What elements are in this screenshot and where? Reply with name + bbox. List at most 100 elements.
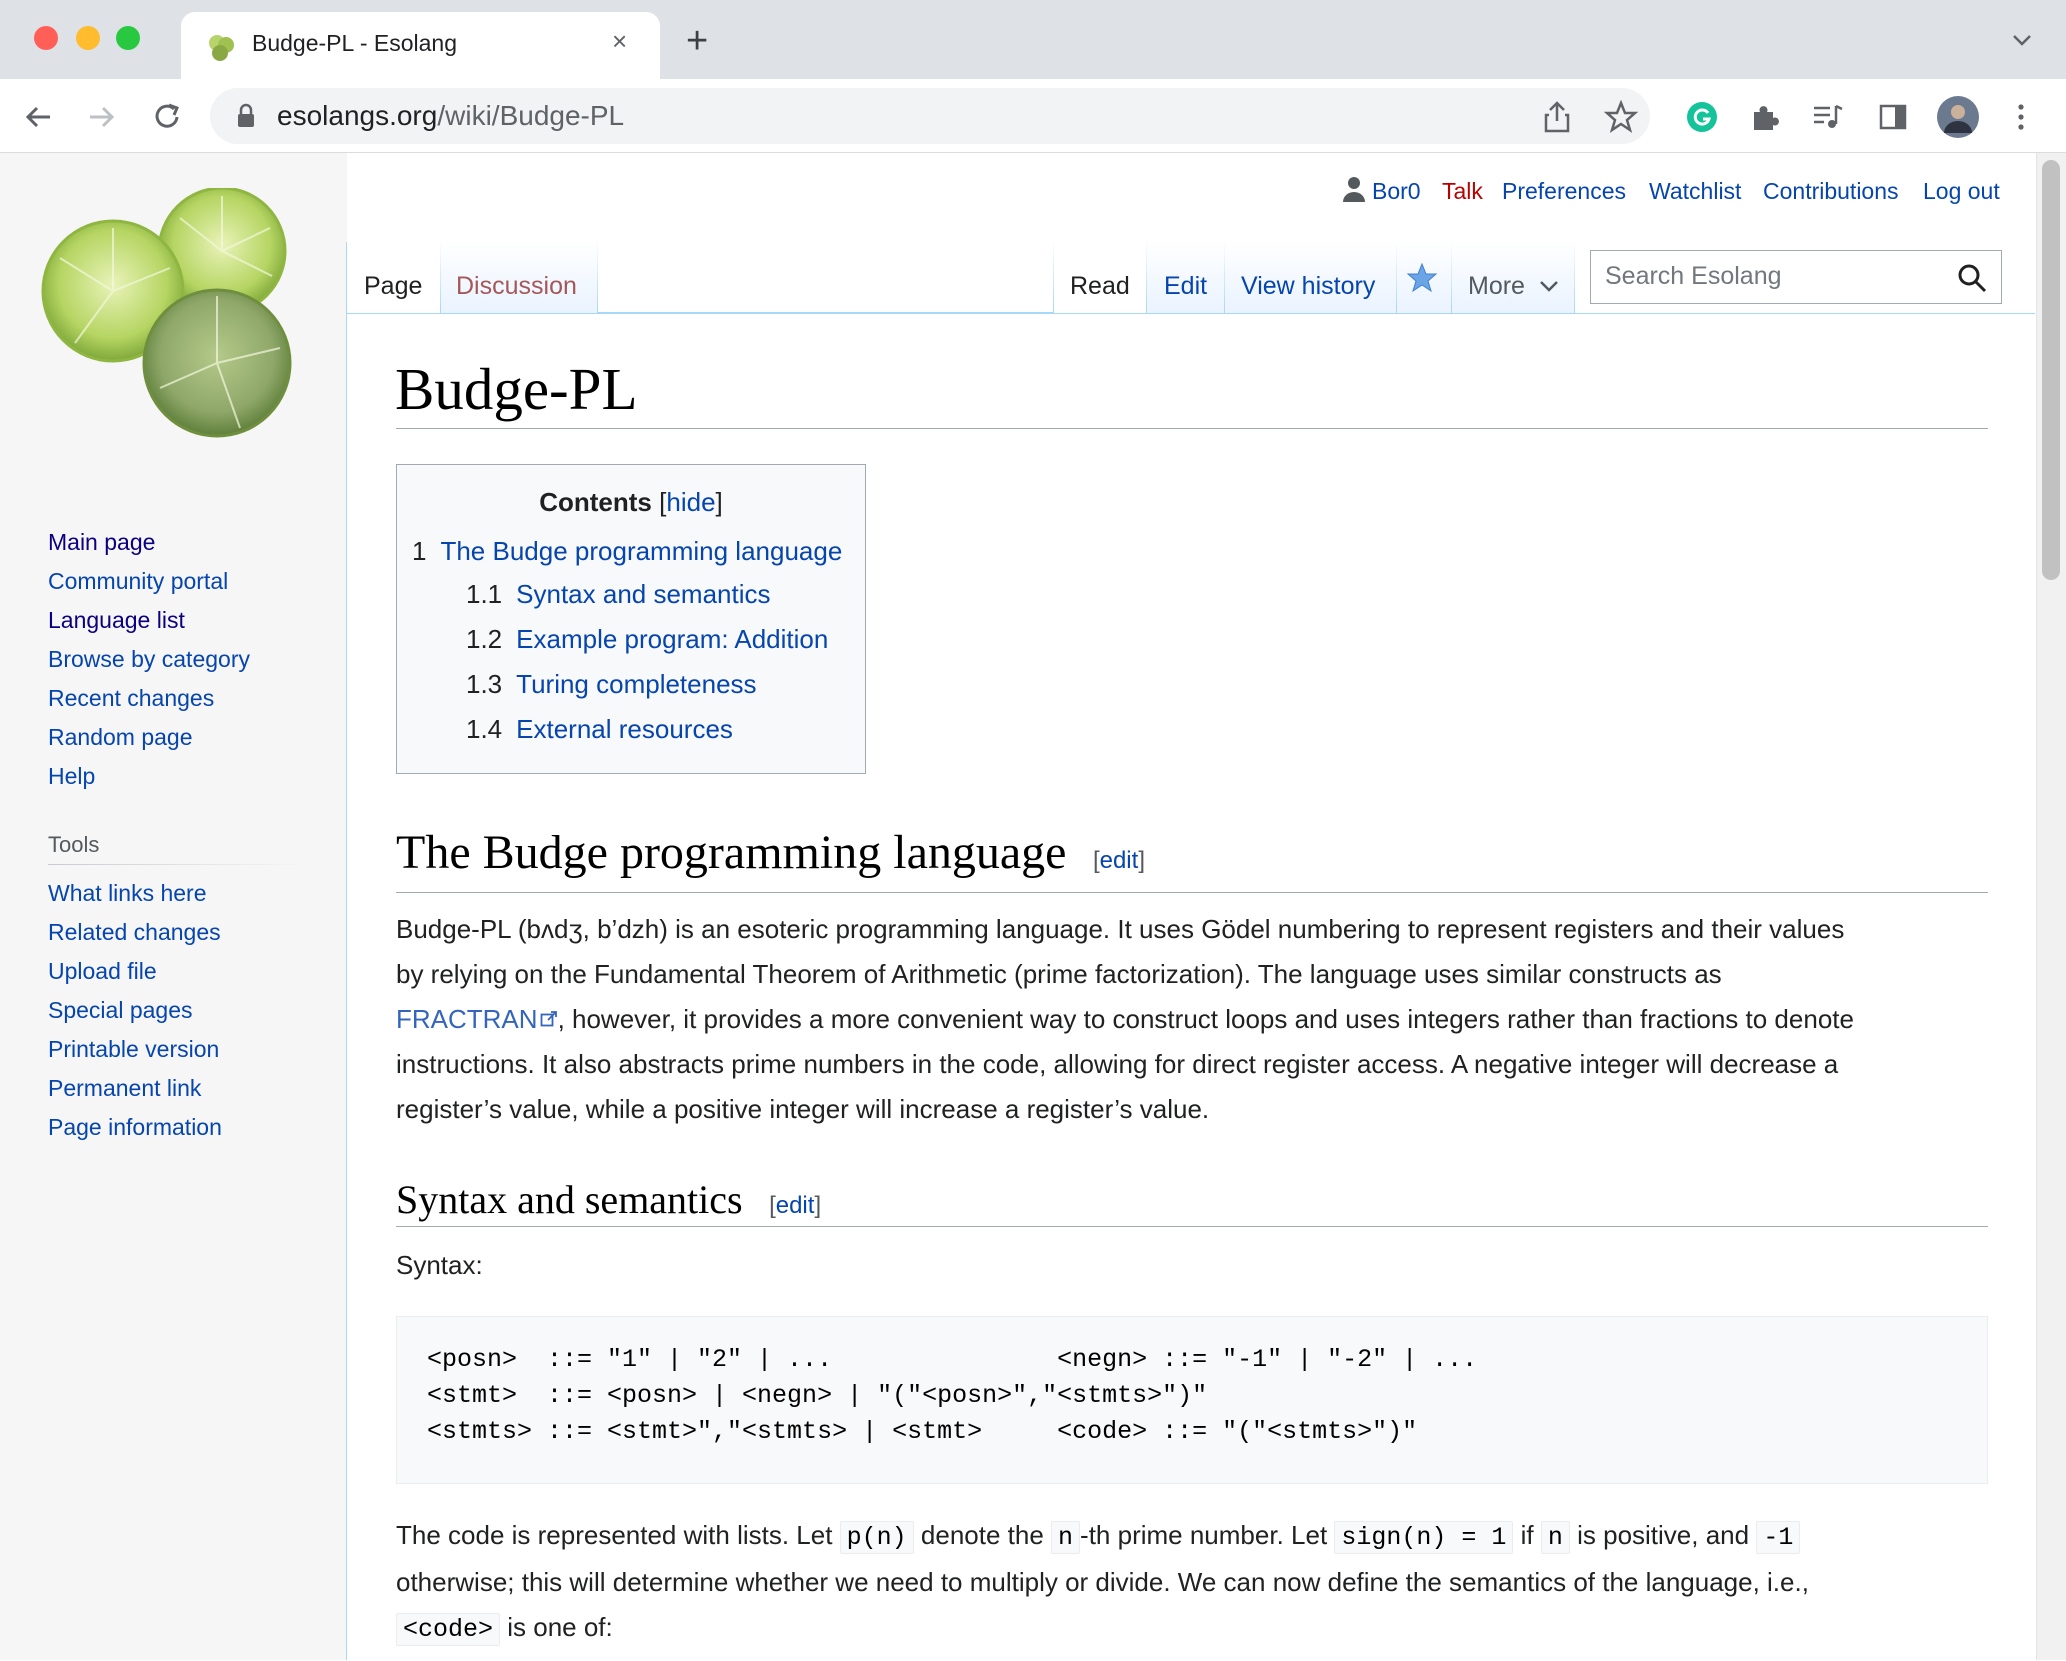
back-arrow-icon[interactable] [22,100,56,134]
watchlist-link[interactable]: Watchlist [1649,178,1741,205]
share-icon[interactable] [1541,100,1573,134]
paragraph-text: denote the [913,1520,1052,1550]
tab-separator [597,240,598,313]
section-title: Syntax and semantics [396,1177,743,1222]
toc-label: Example program: Addition [516,624,829,654]
tools-what-links-here[interactable]: What links here [48,880,207,907]
paragraph-text: if [1513,1520,1541,1550]
site-logo-limes[interactable] [40,188,300,438]
semantics-paragraph: The code is represented with lists. Let … [396,1513,1986,1652]
media-queue-icon[interactable] [1811,102,1845,132]
page-title: Budge-PL [395,356,638,422]
more-menu[interactable]: More [1468,272,1525,301]
url-text[interactable]: esolangs.org/wiki/Budge-PL [277,100,624,132]
url-path: /wiki/Budge-PL [437,100,625,131]
close-window-button[interactable] [34,26,58,50]
tools-printable-version[interactable]: Printable version [48,1036,219,1063]
preferences-link[interactable]: Preferences [1502,178,1626,205]
tab-read[interactable]: Read [1070,272,1130,301]
reload-icon[interactable] [149,99,185,135]
toc-number: 1.1 [466,579,503,609]
section-heading-budge: The Budge programming language [edit] [396,826,1145,879]
nav-help[interactable]: Help [48,763,95,790]
toc-title: Contents [539,487,652,517]
syntax-code-block: <posn> ::= "1" | "2" | ... <negn> ::= "-… [396,1316,1988,1484]
toc-item[interactable]: 1 The Budge programming language [412,536,842,567]
nav-community-portal[interactable]: Community portal [48,568,228,595]
new-tab-button[interactable]: + [686,20,708,63]
toc-item[interactable]: 1.4 External resources [466,714,733,745]
page-scrollbar-thumb[interactable] [2042,160,2060,580]
toc-number: 1.3 [466,669,503,699]
edit-section-link[interactable]: edit [776,1192,815,1219]
paragraph-text: , however, it provides a more convenient… [557,1004,1854,1034]
tools-page-information[interactable]: Page information [48,1114,222,1141]
tab-search-chevron-icon[interactable] [2010,28,2034,52]
tools-permanent-link[interactable]: Permanent link [48,1075,201,1102]
toc-label: The Budge programming language [440,536,843,566]
lock-icon[interactable] [236,103,256,129]
inline-code: n [1051,1521,1081,1554]
toc-number: 1.4 [466,714,503,744]
close-tab-icon[interactable]: × [612,26,627,57]
grammarly-extension-icon[interactable] [1686,101,1718,133]
lime-favicon-icon [209,35,234,61]
tab-view-history[interactable]: View history [1241,272,1375,301]
search-box[interactable] [1590,250,2002,304]
inline-code: <code> [396,1613,501,1646]
paragraph-text: is positive, and [1569,1520,1757,1550]
forward-arrow-icon[interactable] [84,100,118,134]
tools-special-pages[interactable]: Special pages [48,997,193,1024]
search-input[interactable] [1603,261,1947,292]
side-panel-icon[interactable] [1878,102,1908,132]
tab-discussion[interactable]: Discussion [456,272,577,301]
tools-divider [48,864,308,865]
maximize-window-button[interactable] [116,26,140,50]
code-line: <stmt> ::= <posn> | <negn> | "("<posn>",… [427,1381,1208,1410]
content-left-border [346,242,347,1660]
watch-star-icon[interactable] [1406,262,1438,294]
contributions-link[interactable]: Contributions [1763,178,1899,205]
toc-number: 1 [412,536,427,566]
user-page-link[interactable]: Bor0 [1372,178,1421,205]
search-icon[interactable] [1957,263,1987,293]
inline-code: sign(n) = 1 [1334,1521,1514,1554]
chevron-down-icon[interactable] [1539,279,1559,293]
paragraph-line: instructions. It also abstracts prime nu… [396,1049,1839,1079]
paragraph-line: by relying on the Fundamental Theorem of… [396,959,1722,989]
nav-language-list[interactable]: Language list [48,607,185,634]
toc-label: Turing completeness [516,669,757,699]
code-line: <stmts> ::= <stmt>","<stmts> | <stmt> <c… [427,1417,1418,1446]
minimize-window-button[interactable] [76,26,100,50]
profile-avatar[interactable] [1936,95,1980,139]
toc-item[interactable]: 1.1 Syntax and semantics [466,579,771,610]
inline-code: p(n) [839,1521,914,1554]
paragraph-text: -th prime number. Let [1080,1520,1335,1550]
toc-header: Contents [hide] [539,487,723,517]
fractran-external-link[interactable]: FRACTRAN [396,1004,538,1034]
paragraph-line: <code> is one of: [396,1605,1986,1652]
tab-edit[interactable]: Edit [1164,272,1207,301]
tab-page[interactable]: Page [364,272,422,301]
toc-item[interactable]: 1.3 Turing completeness [466,669,757,700]
tools-related-changes[interactable]: Related changes [48,919,221,946]
toc-item[interactable]: 1.2 Example program: Addition [466,624,828,655]
nav-recent-changes[interactable]: Recent changes [48,685,214,712]
nav-browse-by-category[interactable]: Browse by category [48,646,250,673]
section-heading-syntax: Syntax and semantics [edit] [396,1177,822,1222]
edit-section-link[interactable]: edit [1100,847,1139,874]
nav-main-page[interactable]: Main page [48,529,155,556]
section-underline [396,892,1988,893]
paragraph-line: The code is represented with lists. Let … [396,1513,1986,1560]
nav-random-page[interactable]: Random page [48,724,193,751]
bookmark-star-icon[interactable] [1604,100,1638,134]
browser-menu-kebab-icon[interactable] [2014,102,2028,132]
title-underline [396,428,1988,429]
logout-link[interactable]: Log out [1923,178,2000,205]
tabs-baseline [598,312,1053,313]
extensions-puzzle-icon[interactable] [1749,101,1781,133]
toc-hide-toggle[interactable]: hide [666,487,715,517]
tools-upload-file[interactable]: Upload file [48,958,157,985]
talk-link[interactable]: Talk [1442,178,1483,205]
tab-title: Budge-PL - Esolang [252,30,458,56]
